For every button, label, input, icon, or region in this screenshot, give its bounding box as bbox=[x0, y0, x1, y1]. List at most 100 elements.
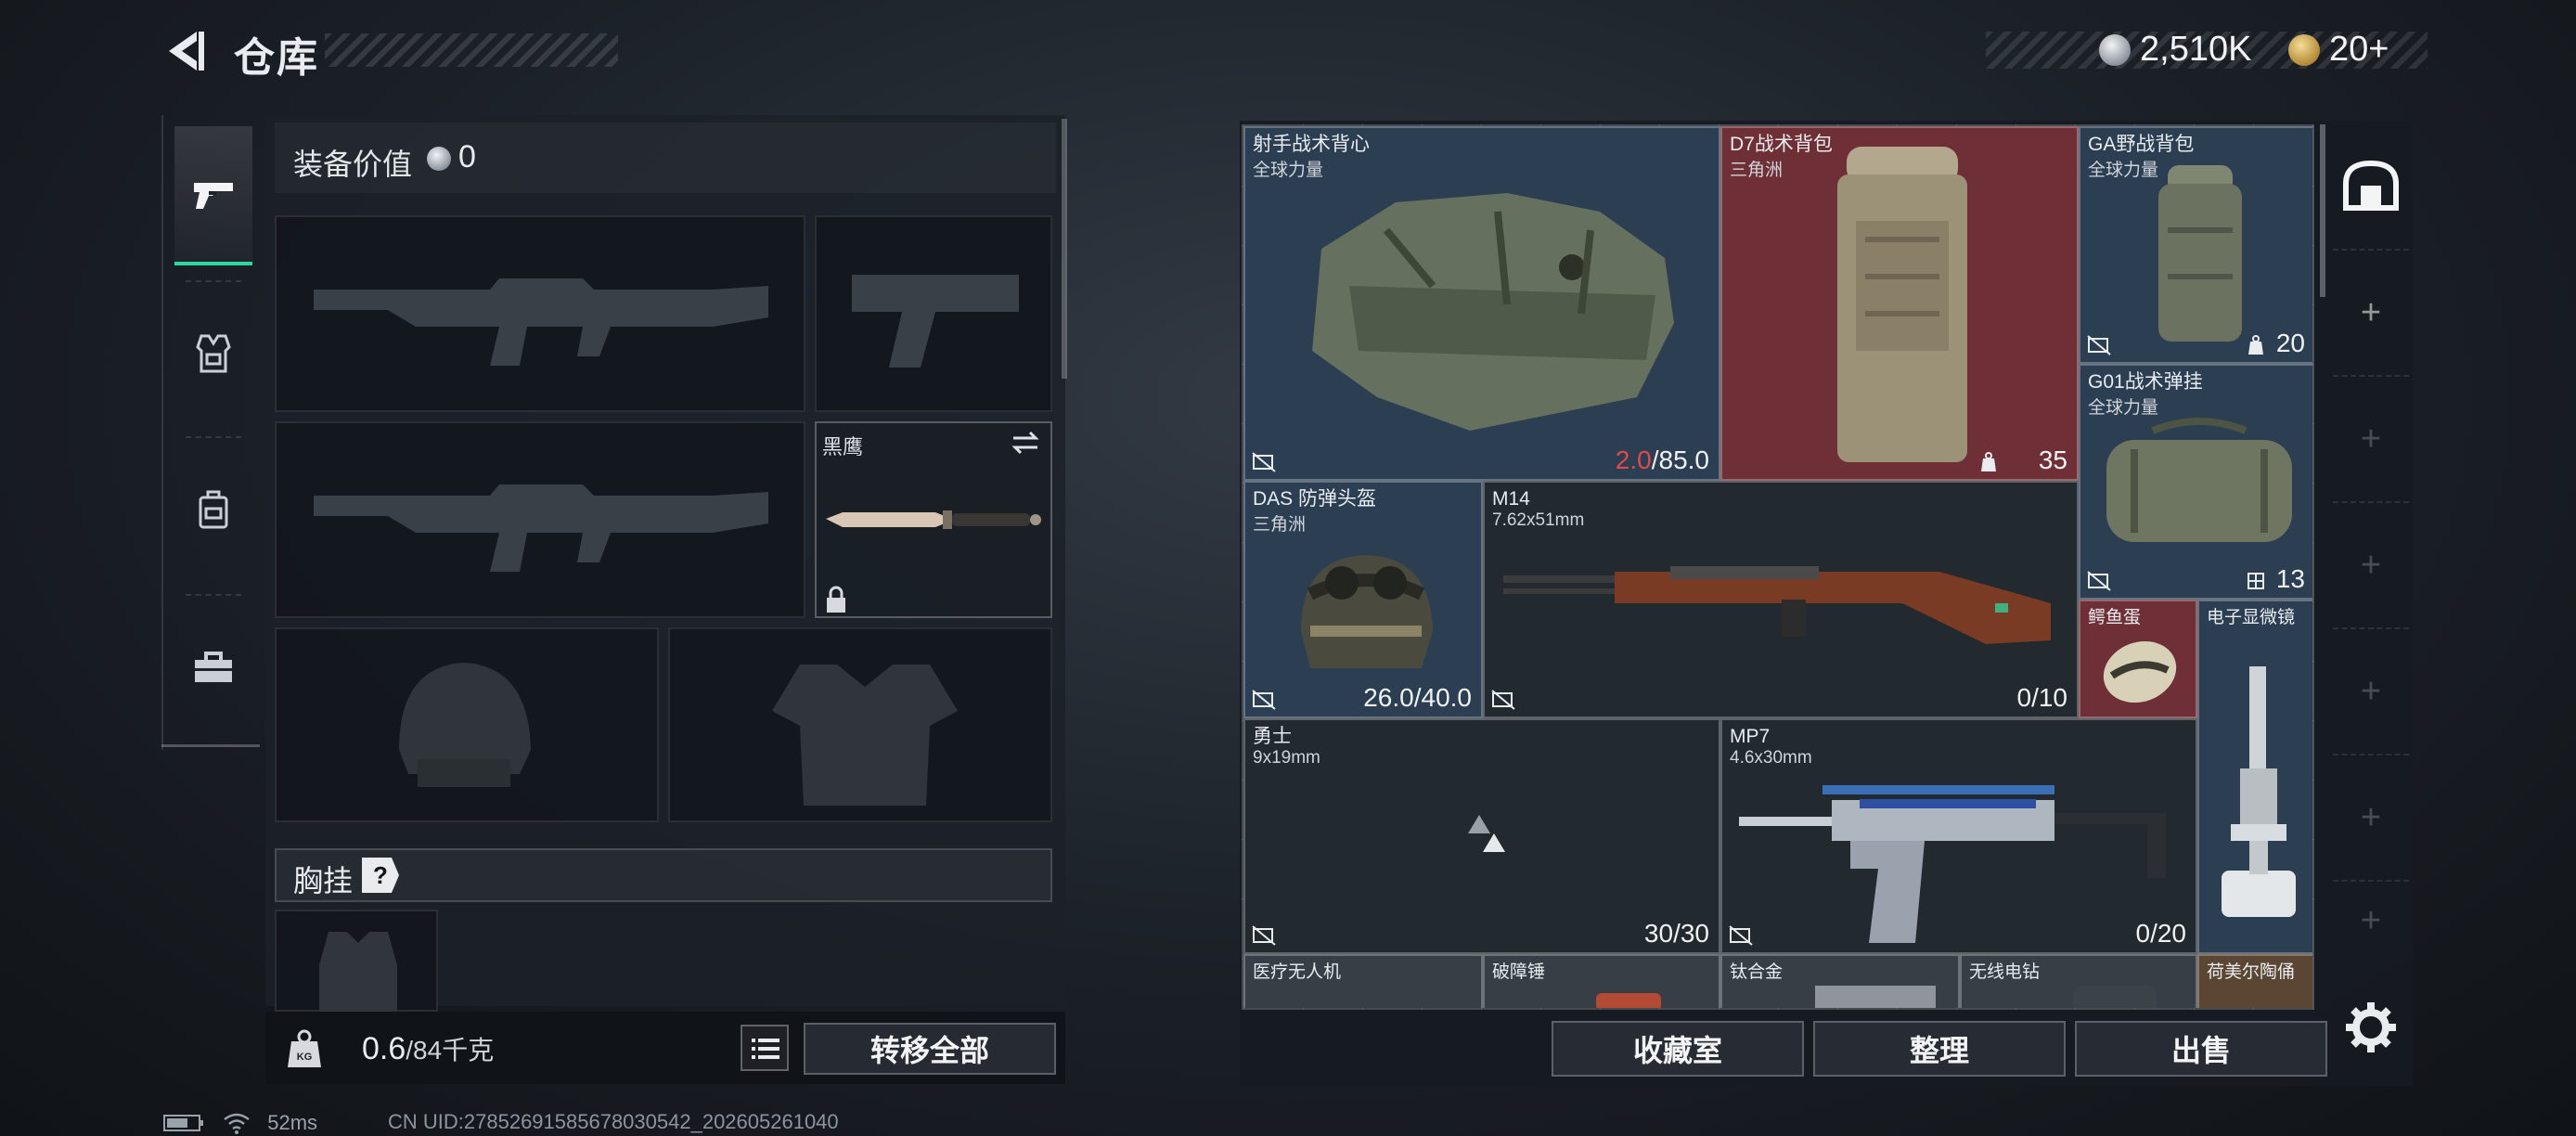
primary-weapon-slot-1[interactable] bbox=[275, 215, 805, 412]
stash-item-chest-rig[interactable]: G01战术弹挂 全球力量 13 bbox=[2079, 364, 2312, 600]
havoc-coin-icon bbox=[427, 147, 451, 171]
currency-secondary[interactable]: 20+ bbox=[2329, 30, 2389, 70]
add-stash-tab-button[interactable]: + bbox=[2333, 754, 2409, 880]
alloy-image bbox=[1815, 986, 1936, 1008]
item-name: 破障锤 bbox=[1492, 962, 1546, 982]
sell-button[interactable]: 出售 bbox=[2075, 1021, 2327, 1077]
weight-readout: 0.6/84千克 bbox=[362, 1030, 494, 1067]
currency-main: 2,510K bbox=[2140, 30, 2252, 69]
item-name: 电子显微镜 bbox=[2207, 608, 2296, 627]
primary-weapon-slot-2[interactable] bbox=[275, 421, 805, 618]
item-name: M14 bbox=[1492, 488, 1530, 510]
armor-vest-icon bbox=[196, 334, 231, 373]
stash-item-cordless-drill[interactable]: 无线电钻 bbox=[1960, 954, 2197, 1008]
helmet-slot[interactable] bbox=[275, 627, 659, 822]
body-armor-slot[interactable] bbox=[668, 627, 1052, 822]
drill-image bbox=[2073, 986, 2157, 1008]
add-stash-tab-button[interactable]: + bbox=[2333, 880, 2409, 960]
durability-value: 26.0/40.0 bbox=[1363, 683, 1472, 712]
item-name: 无线电钻 bbox=[1969, 962, 2041, 982]
rig-silhouette-icon bbox=[319, 932, 397, 1012]
page-title: 仓库 bbox=[234, 35, 319, 81]
stash-item-pistol-warrior[interactable]: 勇士 9x19mm 30/30 bbox=[1243, 718, 1720, 954]
stash-item-backpack-ga[interactable]: GA野战背包 全球力量 20 bbox=[2079, 126, 2312, 364]
add-stash-tab-button[interactable]: + bbox=[2333, 249, 2409, 375]
no-insure-icon bbox=[1252, 452, 1276, 472]
chest-rig-slot[interactable] bbox=[275, 910, 438, 1012]
knife-image bbox=[826, 510, 1041, 529]
stash-item-rifle-m14[interactable]: M14 7.62x51mm 0/10 bbox=[1483, 481, 2079, 718]
hammer-image bbox=[1596, 993, 1661, 1008]
wifi-icon bbox=[224, 1113, 250, 1135]
item-caliber: 9x19mm bbox=[1253, 748, 1320, 768]
stash-item-helmet[interactable]: DAS 防弹头盔 三角洲 26.0/40.0 bbox=[1243, 481, 1483, 718]
stash-tabs-column: + + + + + + bbox=[2333, 124, 2409, 960]
svg-text:KG: KG bbox=[297, 1052, 313, 1063]
no-insure-icon bbox=[1252, 925, 1276, 946]
backpack-tab[interactable] bbox=[174, 440, 252, 579]
armor-tab[interactable] bbox=[174, 284, 252, 423]
equipment-side-tabs bbox=[161, 115, 260, 750]
no-insure-icon bbox=[1252, 690, 1276, 710]
durability-readout: 2.0/85.0 bbox=[1616, 445, 1709, 475]
stash-item-smg-mp7[interactable]: MP7 4.6x30mm 0/20 bbox=[1720, 718, 2197, 954]
chest-rig-label: 胸挂 bbox=[293, 864, 354, 897]
gear-icon[interactable] bbox=[2344, 1000, 2398, 1054]
item-caliber: 7.62x51mm bbox=[1492, 510, 1585, 530]
transfer-all-button[interactable]: 转移全部 bbox=[804, 1023, 1056, 1075]
back-arrow-icon[interactable] bbox=[160, 26, 210, 76]
backpack-image bbox=[1837, 147, 1967, 462]
item-name: 医疗无人机 bbox=[1253, 962, 1342, 982]
add-stash-tab-button[interactable]: + bbox=[2333, 627, 2409, 754]
backpack-image bbox=[2158, 165, 2242, 342]
ammo-count: 0/20 bbox=[2135, 919, 2187, 948]
helmet-silhouette-icon bbox=[399, 663, 531, 787]
slots-icon bbox=[2248, 573, 2264, 589]
collection-room-button[interactable]: 收藏室 bbox=[1552, 1021, 1804, 1077]
item-name: G01战术弹挂 bbox=[2088, 371, 2203, 393]
pistol-icon bbox=[194, 183, 233, 209]
item-faction: 全球力量 bbox=[2088, 161, 2159, 180]
durability-max: /85.0 bbox=[1651, 445, 1709, 474]
sidearm-slot[interactable] bbox=[815, 215, 1052, 412]
item-name: 钛合金 bbox=[1730, 962, 1784, 982]
helmet-image bbox=[1301, 555, 1433, 668]
stash-item-breaching-hammer[interactable]: 破障锤 bbox=[1483, 954, 1720, 1008]
stash-item-figurine[interactable]: 荷美尔陶俑 bbox=[2197, 954, 2312, 1008]
no-insure-icon bbox=[2087, 335, 2111, 355]
egg-image bbox=[2103, 640, 2177, 704]
stash-item-vest[interactable]: 射手战术背心 全球力量 2.0/85.0 bbox=[1243, 126, 1720, 481]
add-stash-tab-button[interactable]: + bbox=[2333, 501, 2409, 627]
stash-item-titanium-alloy[interactable]: 钛合金 bbox=[1720, 954, 1960, 1008]
battery-icon bbox=[163, 1115, 203, 1132]
havoc-coin-icon bbox=[2099, 34, 2131, 66]
weapons-tab[interactable] bbox=[174, 126, 252, 265]
no-insure-icon bbox=[1491, 690, 1515, 710]
sort-button[interactable]: 整理 bbox=[1813, 1021, 2066, 1077]
no-insure-icon bbox=[1729, 925, 1753, 946]
toolbox-tab[interactable] bbox=[174, 598, 252, 737]
equipment-value: 0 bbox=[458, 139, 476, 174]
stash-item-crocodile-egg[interactable]: 鳄鱼蛋 bbox=[2079, 600, 2197, 718]
stash-item-backpack-d7[interactable]: D7战术背包 三角洲 35 bbox=[1720, 126, 2079, 481]
item-name: D7战术背包 bbox=[1730, 134, 1833, 155]
weight-value: 0.6 bbox=[362, 1031, 406, 1066]
stash-scrollbar[interactable] bbox=[2320, 124, 2325, 297]
stash-item-medical-drone[interactable]: 医疗无人机 bbox=[1243, 954, 1483, 1008]
weight-icon: KG bbox=[288, 1029, 321, 1067]
swap-arrows-icon[interactable] bbox=[1010, 429, 1041, 457]
capacity-value: 20 bbox=[2275, 329, 2305, 357]
add-stash-tab-button[interactable]: + bbox=[2333, 375, 2409, 501]
durability-current: 2.0 bbox=[1615, 445, 1652, 474]
backpack-icon bbox=[199, 490, 228, 529]
item-name: 鳄鱼蛋 bbox=[2088, 608, 2142, 627]
capacity-value: 35 bbox=[2038, 445, 2067, 474]
stash-item-microscope[interactable]: 电子显微镜 bbox=[2197, 600, 2312, 954]
item-name: 荷美尔陶俑 bbox=[2207, 962, 2296, 982]
equipment-scrollbar[interactable] bbox=[1062, 119, 1067, 379]
weight-capacity: /84千克 bbox=[406, 1036, 495, 1065]
equipment-value-label: 装备价值 bbox=[293, 148, 413, 181]
help-icon[interactable]: ? bbox=[362, 858, 399, 893]
list-view-button[interactable] bbox=[741, 1025, 789, 1071]
ping-readout: 52ms bbox=[267, 1111, 318, 1135]
